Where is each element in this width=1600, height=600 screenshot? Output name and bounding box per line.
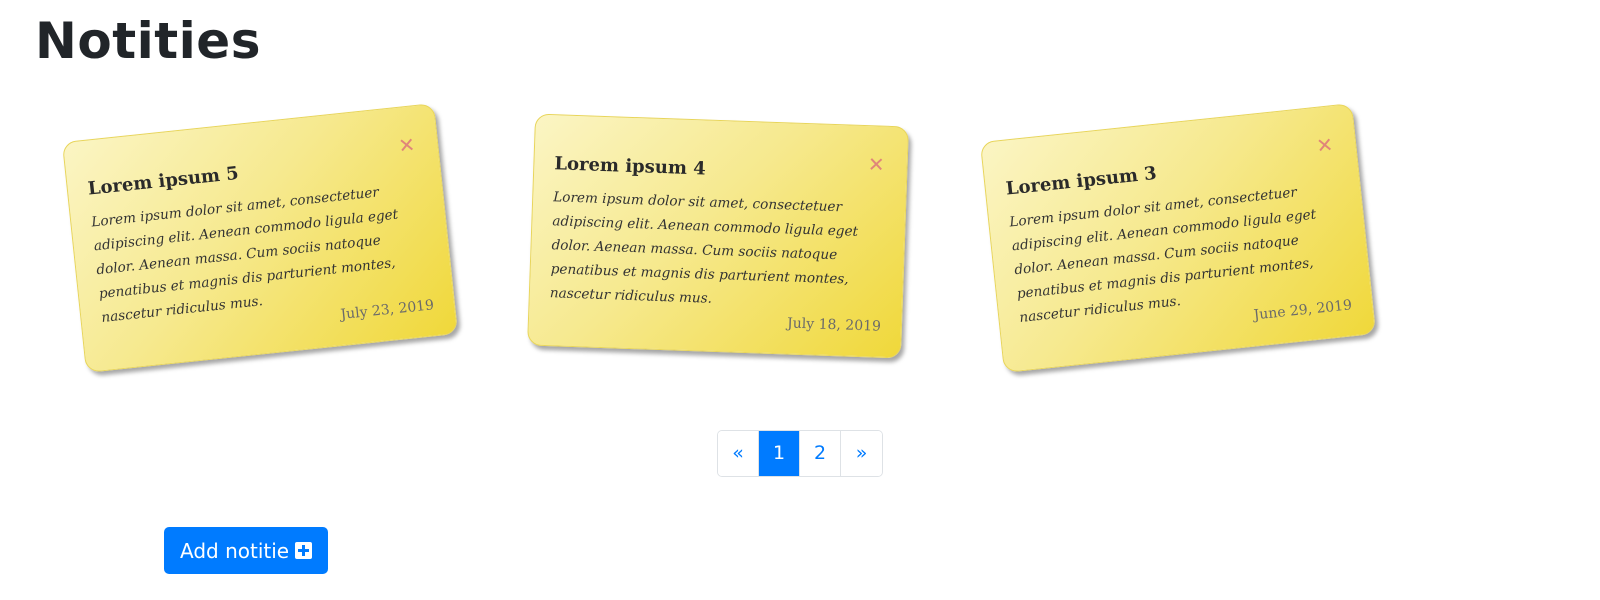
note-title: Lorem ipsum 4 xyxy=(554,153,707,180)
pagination-page-2[interactable]: 2 xyxy=(800,431,841,476)
note-date: July 18, 2019 xyxy=(786,315,882,335)
close-icon[interactable]: ✕ xyxy=(397,132,416,158)
page-title: Notities xyxy=(35,12,261,70)
plus-square-icon xyxy=(295,542,313,559)
pagination-page-1[interactable]: 1 xyxy=(759,431,800,476)
pagination-prev[interactable]: « xyxy=(718,431,759,476)
note-card: Lorem ipsum 5 ✕ Lorem ipsum dolor sit am… xyxy=(61,103,459,373)
page: Notities Lorem ipsum 5 ✕ Lorem ipsum dol… xyxy=(0,0,1600,600)
note-card: Lorem ipsum 3 ✕ Lorem ipsum dolor sit am… xyxy=(979,103,1377,373)
note-body: Lorem ipsum dolor sit amet, consectetuer… xyxy=(549,189,859,307)
note-title: Lorem ipsum 5 xyxy=(86,162,240,200)
pagination-next[interactable]: » xyxy=(841,431,882,476)
note-card: Lorem ipsum 4 ✕ Lorem ipsum dolor sit am… xyxy=(527,113,909,359)
close-icon[interactable]: ✕ xyxy=(1315,132,1334,158)
pagination: « 1 2 » xyxy=(717,430,883,477)
add-note-button[interactable]: Add notitie xyxy=(164,527,329,574)
close-icon[interactable]: ✕ xyxy=(867,152,885,177)
add-note-label: Add notitie xyxy=(180,538,290,563)
note-title: Lorem ipsum 3 xyxy=(1004,162,1158,200)
